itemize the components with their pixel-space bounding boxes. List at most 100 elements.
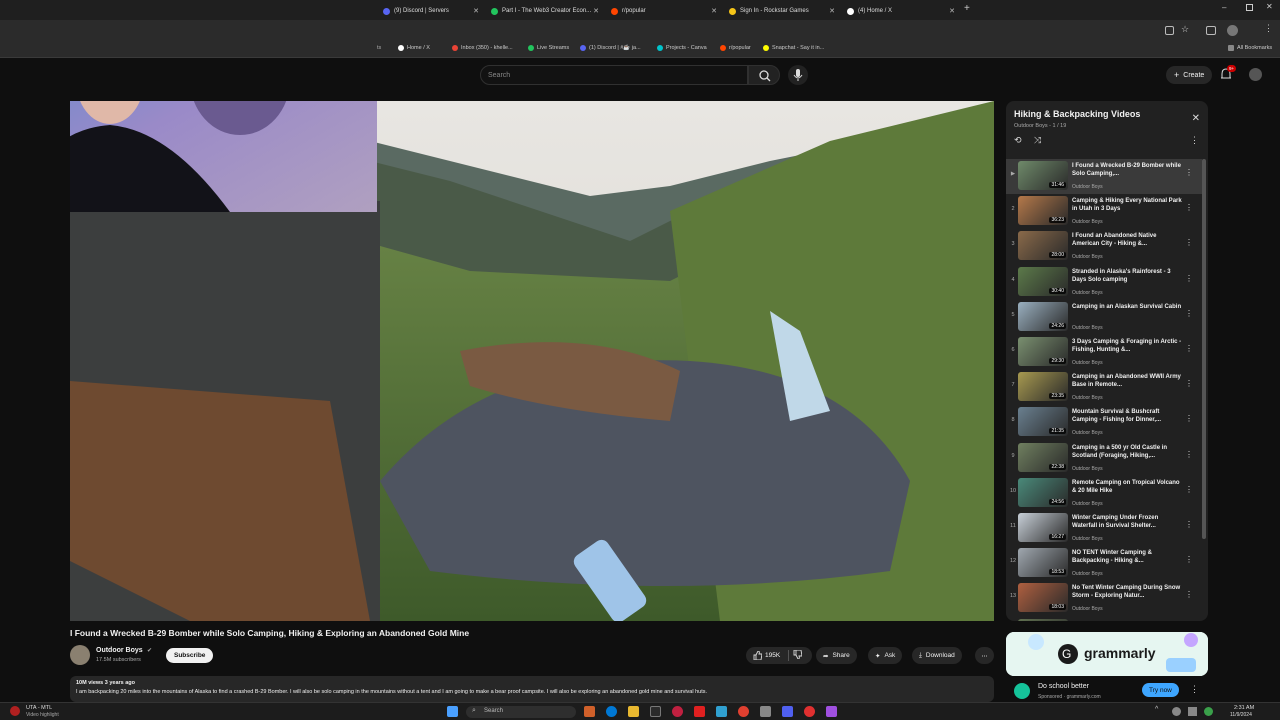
channel-name[interactable]: Outdoor Boys <box>96 647 143 654</box>
item-menu-icon[interactable]: ⋮ <box>1185 168 1193 177</box>
tray-icon[interactable] <box>1188 707 1197 716</box>
browser-tab[interactable]: r/popular ✕ <box>605 2 723 20</box>
bookmark-item[interactable]: Snapchat - Say it in... <box>763 45 824 51</box>
browser-menu-icon[interactable]: ⋮ <box>1264 23 1273 34</box>
playlist-item-title[interactable]: No Tent Winter Camping During Snow Storm… <box>1072 584 1184 600</box>
item-menu-icon[interactable]: ⋮ <box>1185 274 1193 283</box>
file-explorer-icon[interactable] <box>628 706 639 717</box>
playlist-item-title[interactable]: Camping in a 500 yr Old Castle in Scotla… <box>1072 444 1184 460</box>
bookmark-star-icon[interactable]: ☆ <box>1181 24 1189 35</box>
playlist-title[interactable]: Hiking & Backpacking Videos <box>1014 109 1140 119</box>
playlist-menu-icon[interactable]: ⋮ <box>1190 135 1199 146</box>
playlist-item-title[interactable]: Best Camping Trip in Alaska - <box>1072 620 1184 622</box>
playlist-item-title[interactable]: Camping in an Alaskan Survival Cabin <box>1072 303 1184 311</box>
browser-tab[interactable]: (4) Home / X ✕ <box>841 2 961 20</box>
ad-headline[interactable]: Do school better <box>1038 683 1089 690</box>
close-tab-icon[interactable]: ✕ <box>829 7 835 15</box>
dislike-button[interactable] <box>793 649 803 661</box>
item-menu-icon[interactable]: ⋮ <box>1185 555 1193 564</box>
edge-icon[interactable] <box>606 706 617 717</box>
discord-icon[interactable] <box>782 706 793 717</box>
tray-icon[interactable] <box>1172 707 1181 716</box>
playlist-item[interactable]: 12 18:53 NO TENT Winter Camping & Backpack… <box>1006 546 1202 581</box>
close-tab-icon[interactable]: ✕ <box>473 7 479 15</box>
close-window-icon[interactable]: ✕ <box>1266 2 1273 11</box>
item-menu-icon[interactable]: ⋮ <box>1185 590 1193 599</box>
browser-tab[interactable]: (9) Discord | Servers ✕ <box>377 2 485 20</box>
playlist-item-title[interactable]: Camping in an Abandoned WWII Army Base i… <box>1072 373 1184 389</box>
bookmark-item[interactable]: Home / X <box>398 45 430 51</box>
playlist-item-title[interactable]: I Found an Abandoned Native American Cit… <box>1072 232 1184 248</box>
item-menu-icon[interactable]: ⋮ <box>1185 379 1193 388</box>
notifications-button[interactable]: 9+ <box>1220 65 1237 86</box>
bookmark-item[interactable]: r/popular <box>720 45 751 51</box>
item-menu-icon[interactable]: ⋮ <box>1185 344 1193 353</box>
item-menu-icon[interactable]: ⋮ <box>1185 309 1193 318</box>
bookmark-item[interactable]: Live Streams <box>528 45 569 51</box>
browser-tab[interactable]: Sign In - Rockstar Games ✕ <box>723 2 841 20</box>
store-icon[interactable] <box>650 706 661 717</box>
sidebar-icon[interactable] <box>1206 26 1216 35</box>
playlist-thumbnail[interactable] <box>1018 618 1068 621</box>
playlist-item[interactable]: 8 21:35 Mountain Survival & Bushcraft Camp… <box>1006 405 1202 440</box>
chrome-icon[interactable] <box>738 706 749 717</box>
playlist-thumbnail[interactable]: 24:56 <box>1018 477 1068 507</box>
playlist-thumbnail[interactable]: 24:26 <box>1018 301 1068 331</box>
bookmark-item[interactable]: (1) Discord | #☕ ja... <box>580 45 641 51</box>
item-menu-icon[interactable]: ⋮ <box>1185 520 1193 529</box>
playlist-item[interactable]: 6 29:30 3 Days Camping & Foraging in Arcti… <box>1006 335 1202 370</box>
shuffle-icon[interactable]: ⤨ <box>1034 135 1041 146</box>
tray-icon[interactable] <box>1204 707 1213 716</box>
clock-time[interactable]: 2:31 AM <box>1234 705 1254 711</box>
ad-menu-icon[interactable]: ⋮ <box>1190 684 1199 695</box>
playlist-thumbnail[interactable]: 31:46 <box>1018 161 1068 190</box>
all-bookmarks[interactable]: All Bookmarks <box>1228 45 1272 51</box>
playlist-thumbnail[interactable]: 18:53 <box>1018 548 1068 578</box>
playlist-item[interactable]: ▶ 31:46 I Found a Wrecked B-29 Bomber whil… <box>1006 159 1202 194</box>
playlist-thumbnail[interactable]: 16:27 <box>1018 513 1068 542</box>
ask-button[interactable]: ✦ Ask <box>868 647 903 664</box>
playlist-thumbnail[interactable]: 23:35 <box>1018 372 1068 402</box>
windows-start-icon[interactable] <box>447 706 458 717</box>
new-tab-button[interactable]: + <box>964 3 970 14</box>
playlist-item-title[interactable]: I Found a Wrecked B-29 Bomber while Solo… <box>1072 162 1184 178</box>
close-tab-icon[interactable]: ✕ <box>711 7 717 15</box>
playlist-item[interactable]: 3 28:00 I Found an Abandoned Native Americ… <box>1006 229 1202 264</box>
settings-icon[interactable] <box>760 706 771 717</box>
cast-icon[interactable] <box>1165 26 1174 35</box>
bookmark-item[interactable]: ts <box>377 45 381 51</box>
playlist-item[interactable]: 13 18:03 No Tent Winter Camping During Sno… <box>1006 581 1202 616</box>
search-input[interactable]: Search <box>480 65 748 85</box>
playlist-item[interactable]: 5 24:26 Camping in an Alaskan Survival Cab… <box>1006 300 1202 335</box>
weather-label[interactable]: UTA - MTL <box>26 705 52 711</box>
playlist-item[interactable]: 10 24:56 Remote Camping on Tropical Volcan… <box>1006 476 1202 511</box>
create-button[interactable]: + Create <box>1166 66 1213 84</box>
item-menu-icon[interactable]: ⋮ <box>1185 485 1193 494</box>
playlist-item-title[interactable]: Stranded in Alaska's Rainforest - 3 Days… <box>1072 268 1184 284</box>
playlist-item[interactable]: 4 30:40 Stranded in Alaska's Rainforest - … <box>1006 265 1202 300</box>
item-menu-icon[interactable]: ⋮ <box>1185 450 1193 459</box>
bookmark-item[interactable]: Projects - Canva <box>657 45 707 51</box>
share-button[interactable]: ➦ Share <box>816 647 857 664</box>
playlist-thumbnail[interactable]: 30:40 <box>1018 266 1068 296</box>
tray-overflow-icon[interactable]: ^ <box>1155 706 1158 713</box>
app-icon[interactable] <box>694 706 705 717</box>
subscribe-button[interactable]: Subscribe <box>166 648 214 663</box>
download-button[interactable]: ⤓ Download <box>912 647 962 664</box>
playlist-item[interactable]: 14Best Camping Trip in Alaska -⋮ <box>1006 617 1202 621</box>
browser-tab[interactable]: Part I - The Web3 Creator Econ... ✕ <box>485 2 605 20</box>
clock-date[interactable]: 11/9/2024 <box>1230 712 1252 718</box>
playlist-item-title[interactable]: Mountain Survival & Bushcraft Camping - … <box>1072 408 1184 424</box>
try-now-button[interactable]: Try now <box>1142 683 1179 697</box>
playlist-thumbnail[interactable]: 36:23 <box>1018 196 1068 226</box>
playlist-thumbnail[interactable]: 22:38 <box>1018 442 1068 472</box>
voice-search-button[interactable] <box>788 65 808 85</box>
more-actions-button[interactable]: ⋯ <box>975 647 994 664</box>
item-menu-icon[interactable]: ⋮ <box>1185 238 1193 247</box>
playlist-thumbnail[interactable]: 18:03 <box>1018 583 1068 613</box>
channel-avatar[interactable] <box>70 645 90 665</box>
search-button[interactable] <box>748 65 780 85</box>
close-tab-icon[interactable]: ✕ <box>949 7 955 15</box>
playlist-item-title[interactable]: Camping & Hiking Every National Park in … <box>1072 197 1184 213</box>
playlist-item[interactable]: 7 23:35 Camping in an Abandoned WWII Army … <box>1006 370 1202 405</box>
